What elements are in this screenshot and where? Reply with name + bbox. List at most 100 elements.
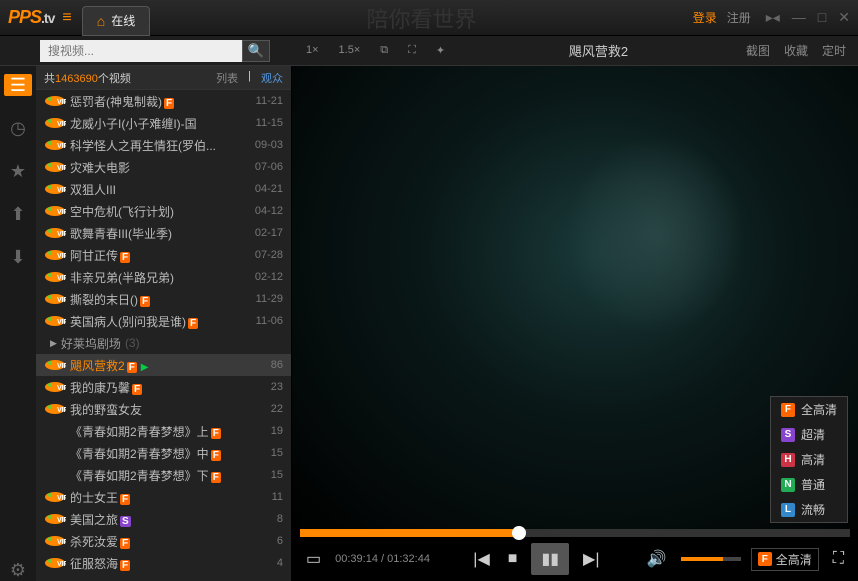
next-button[interactable]: ▶| [579, 545, 603, 573]
list-item[interactable]: VIP双狙人III04-21 [36, 178, 291, 200]
menu-icon[interactable]: ≡ [62, 9, 71, 27]
item-title: 《青春如期2青春梦想》下F [70, 467, 271, 484]
svg-text:VIP: VIP [57, 231, 66, 238]
quality-sd[interactable]: N普通 [771, 472, 847, 497]
svg-text:VIP: VIP [57, 143, 66, 150]
list-item[interactable]: VIP非亲兄弟(半路兄弟)02-12 [36, 266, 291, 288]
maximize-icon[interactable]: □ [818, 9, 826, 26]
list-item[interactable]: VIP惩罚者(神鬼制裁)F11-21 [36, 90, 291, 112]
volume-icon[interactable]: 🔊 [643, 545, 671, 573]
item-title: 撕裂的末日()F [70, 291, 256, 308]
list-item[interactable]: VIP科学怪人之再生情狂(罗伯...09-03 [36, 134, 291, 156]
list-item[interactable]: 《青春如期2青春梦想》下F15 [36, 464, 291, 486]
f-badge: F [127, 362, 137, 373]
list-item[interactable]: VIP的士女王F11 [36, 486, 291, 508]
list-item[interactable]: 《青春如期2青春梦想》中F15 [36, 442, 291, 464]
vip-badge: VIP [44, 139, 66, 151]
quality-button[interactable]: F全高清 [751, 548, 819, 571]
vip-badge: VIP [44, 491, 66, 503]
quality-fhd[interactable]: F全高清 [771, 397, 847, 422]
prev-button[interactable]: |◀ [469, 545, 493, 573]
minimize-icon[interactable]: — [792, 9, 806, 26]
favorite-button[interactable]: 收藏 [784, 42, 808, 59]
item-title: 龙威小子I(小子难缠I)-国 [70, 115, 256, 132]
svg-text:VIP: VIP [57, 319, 66, 326]
list-item[interactable]: VIP英国病人(别问我是谁)F11-06 [36, 310, 291, 332]
close-icon[interactable]: ✕ [838, 9, 850, 26]
item-date: 22 [271, 403, 283, 415]
vip-badge: VIP [44, 95, 66, 107]
f-badge: F [140, 296, 150, 307]
quality-shd[interactable]: S超清 [771, 422, 847, 447]
item-date: 11-06 [256, 315, 283, 327]
stop-button[interactable]: ■ [504, 546, 522, 572]
vip-badge: VIP [44, 403, 66, 415]
volume-slider[interactable] [681, 557, 741, 561]
item-title: 科学怪人之再生情狂(罗伯... [70, 137, 255, 154]
home-icon: ⌂ [97, 13, 105, 29]
item-date: 6 [277, 535, 283, 547]
list-item[interactable]: 《青春如期2青春梦想》上F19 [36, 420, 291, 442]
sidebar-list-icon[interactable]: ☰ [4, 74, 32, 96]
progress-bar[interactable] [300, 529, 850, 537]
list-item[interactable]: VIP征服怒海F4 [36, 552, 291, 574]
list-item[interactable]: VIP龙威小子I(小子难缠I)-国11-15 [36, 112, 291, 134]
list-item[interactable]: VIP 我的野蛮女友22 [36, 398, 291, 420]
speed-1x[interactable]: 1× [300, 42, 325, 59]
sidebar-settings-icon[interactable]: ⚙ [10, 560, 26, 581]
category-header[interactable]: ▶好莱坞剧场(3) [36, 332, 291, 354]
sidebar-upload-icon[interactable]: ⬆ [10, 204, 25, 225]
item-date: 04-12 [255, 205, 283, 217]
tab-list[interactable]: 列表 [216, 70, 238, 86]
item-title: 双狙人III [70, 181, 255, 198]
tab-viewers[interactable]: 观众 [261, 70, 283, 86]
list-item[interactable]: VIP杀死汝爱F6 [36, 530, 291, 552]
tab-online[interactable]: ⌂ 在线 [82, 6, 150, 36]
item-date: 02-17 [255, 227, 283, 239]
item-date: 11-15 [256, 117, 283, 129]
item-date: 19 [271, 425, 283, 437]
list-item[interactable]: VIP飓风营救2F▶86 [36, 354, 291, 376]
compact-icon[interactable]: ▸◂ [766, 9, 780, 26]
quality-hd[interactable]: H高清 [771, 447, 847, 472]
list-item[interactable]: VIP歌舞青春III(毕业季)02-17 [36, 222, 291, 244]
timer-button[interactable]: 定时 [822, 42, 846, 59]
star-icon[interactable]: ✦ [430, 42, 451, 59]
list-item[interactable]: VIP灾难大电影07-06 [36, 156, 291, 178]
list-item[interactable]: VIP空中危机(飞行计划)04-12 [36, 200, 291, 222]
item-date: 07-28 [255, 249, 283, 261]
login-link[interactable]: 登录 [693, 9, 717, 26]
sidebar-history-icon[interactable]: ◷ [10, 118, 26, 139]
mode-icon[interactable]: ▭ [302, 545, 325, 573]
pause-button[interactable]: ▮▮ [531, 543, 569, 575]
sidebar-download-icon[interactable]: ⬇ [10, 247, 25, 268]
vip-badge: VIP [44, 249, 66, 261]
item-title: 我的野蛮女友 [70, 401, 271, 418]
vip-badge: VIP [44, 381, 66, 393]
list-item[interactable]: VIP美国之旅S8 [36, 508, 291, 530]
speed-15x[interactable]: 1.5× [333, 42, 367, 59]
sidebar-star-icon[interactable]: ★ [10, 161, 26, 182]
register-link[interactable]: 注册 [727, 9, 751, 26]
svg-text:VIP: VIP [57, 495, 66, 502]
search-button[interactable]: 🔍 [242, 40, 270, 62]
list-item[interactable]: VIP我的康乃馨F23 [36, 376, 291, 398]
vip-badge: VIP [44, 271, 66, 283]
f-badge: F [188, 318, 198, 329]
fullscreen-button[interactable]: ⛶ [829, 546, 848, 572]
quality-smooth[interactable]: L流畅 [771, 497, 847, 522]
popout-icon[interactable]: ⧉ [374, 42, 394, 59]
svg-text:VIP: VIP [57, 539, 66, 546]
item-date: 11 [272, 491, 283, 503]
svg-text:VIP: VIP [57, 363, 66, 370]
screenshot-button[interactable]: 截图 [746, 42, 770, 59]
list-item[interactable]: VIP撕裂的末日()F11-29 [36, 288, 291, 310]
fullscreen-icon[interactable]: ⛶ [402, 42, 422, 59]
play-icon: ▶ [141, 362, 149, 373]
search-input[interactable] [40, 40, 242, 62]
item-title: 惩罚者(神鬼制裁)F [70, 93, 256, 110]
vip-badge: VIP [44, 359, 66, 371]
svg-text:VIP: VIP [57, 407, 66, 414]
item-date: 23 [271, 381, 283, 393]
list-item[interactable]: VIP阿甘正传F07-28 [36, 244, 291, 266]
